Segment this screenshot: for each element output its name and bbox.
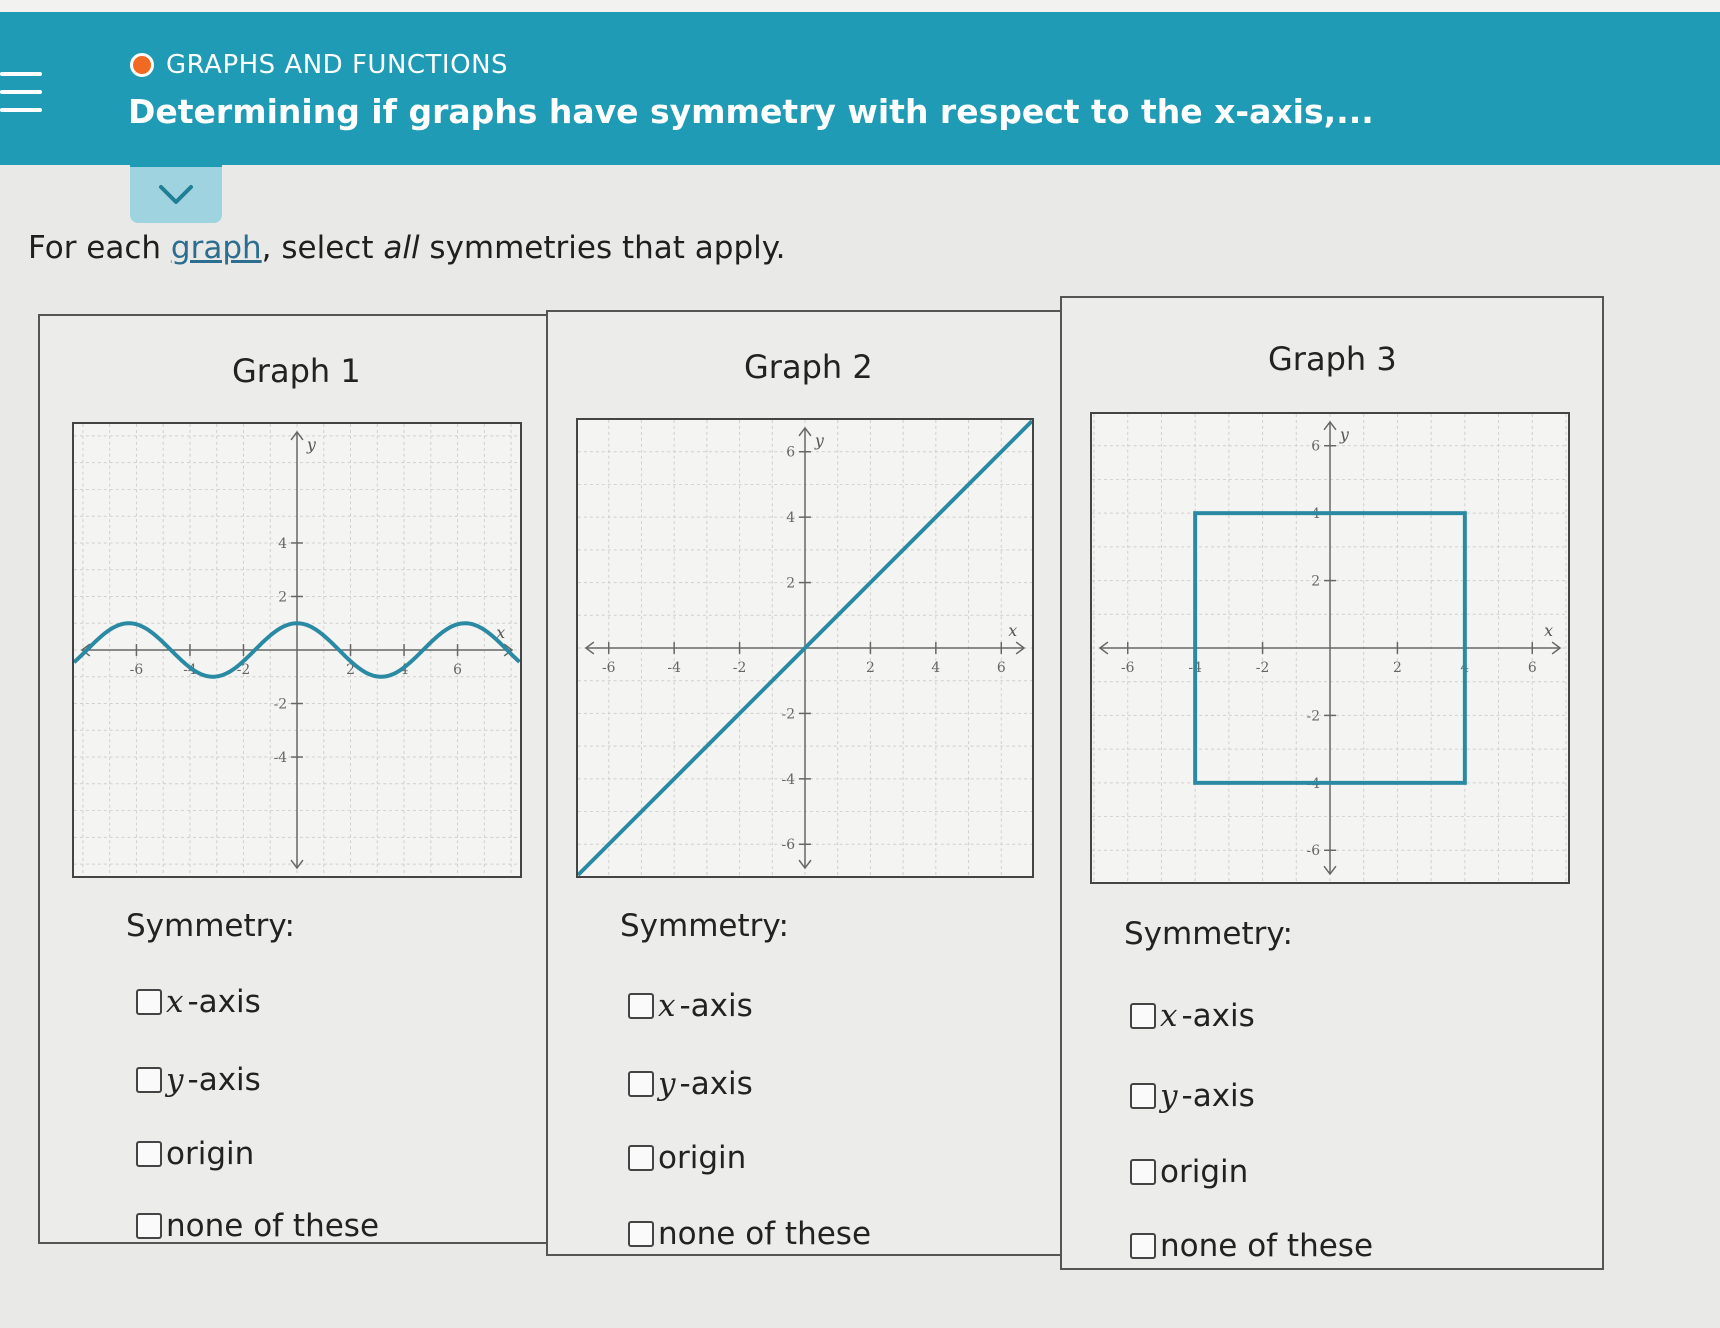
x-tick-label: 6: [453, 662, 462, 678]
y-tick-label: -6: [1307, 843, 1321, 859]
graph-title: Graph 2: [744, 348, 873, 386]
y-tick-label: 6: [1311, 439, 1320, 455]
x-tick-label: 6: [997, 660, 1006, 676]
y-tick-label: -6: [782, 837, 796, 853]
x-tick-label: -6: [1121, 660, 1135, 676]
checkbox[interactable]: [136, 1141, 162, 1167]
graph-1-plot: x y -6 -4 -2 2 4 6 4 2 -2 -4: [72, 422, 522, 878]
checkbox[interactable]: [1130, 1233, 1156, 1259]
option-x-axis[interactable]: x -axis: [136, 984, 261, 1020]
y-tick-label: 2: [786, 576, 795, 592]
y-axis-label: y: [306, 435, 317, 454]
instruction-text: For each graph, select all symmetries th…: [28, 230, 786, 266]
page-title: Determining if graphs have symmetry with…: [128, 92, 1374, 131]
graph-panel-2: Graph 2 x y -6 -4 -2 2 4 6 6 4 2 -2 -4 -6 Symmetry: x…: [546, 310, 1066, 1256]
option-none[interactable]: none of these: [628, 1216, 871, 1252]
x-tick-label: 4: [931, 660, 940, 676]
y-tick-label: 4: [278, 536, 287, 552]
option-y-axis[interactable]: y -axis: [1130, 1078, 1255, 1114]
graph-link[interactable]: graph: [171, 230, 262, 266]
expand-toggle-button[interactable]: [130, 163, 222, 223]
graph-3-svg: xy-6 -4 -2 2 4 6642-2-4-6: [1092, 414, 1568, 882]
checkbox[interactable]: [136, 1213, 162, 1239]
checkbox[interactable]: [1130, 1159, 1156, 1185]
option-x-axis[interactable]: x -axis: [1130, 998, 1255, 1034]
graph-2-plot: x y -6 -4 -2 2 4 6 6 4 2 -2 -4 -6: [576, 418, 1034, 878]
topic-row: GRAPHS AND FUNCTIONS: [130, 50, 508, 80]
checkbox[interactable]: [628, 1145, 654, 1171]
y-tick-label: -4: [274, 750, 288, 766]
y-tick-label: 4: [786, 510, 795, 526]
option-origin[interactable]: origin: [628, 1140, 746, 1176]
checkbox[interactable]: [136, 1067, 162, 1093]
top-strip: [0, 0, 1720, 12]
y-tick-label: 2: [1311, 574, 1320, 590]
x-tick-label: 6: [1528, 660, 1537, 676]
checkbox[interactable]: [628, 1071, 654, 1097]
menu-button[interactable]: [0, 72, 44, 114]
graph-panel-1: Graph 1 x y -6 -4 -2 2 4 6 4 2 -2 -4 Symmetry: x -ax…: [38, 314, 552, 1244]
graph-title: Graph 3: [1268, 340, 1397, 378]
x-tick-label: -6: [130, 662, 144, 678]
checkbox[interactable]: [628, 993, 654, 1019]
symmetry-label: Symmetry:: [620, 908, 789, 944]
y-tick-label: 6: [786, 445, 795, 461]
topic-label: GRAPHS AND FUNCTIONS: [166, 50, 509, 80]
y-axis-label: y: [814, 431, 825, 450]
option-none[interactable]: none of these: [1130, 1228, 1373, 1264]
y-tick-label: -2: [274, 696, 288, 712]
option-x-axis[interactable]: x -axis: [628, 988, 753, 1024]
y-tick-label: -2: [782, 706, 796, 722]
x-axis-label: x: [1008, 621, 1017, 640]
graph-2-svg: x y -6 -4 -2 2 4 6 6 4 2 -2 -4 -6: [578, 420, 1032, 876]
y-axis-label: y: [1339, 425, 1350, 444]
checkbox[interactable]: [1130, 1003, 1156, 1029]
x-axis-label: x: [1544, 621, 1553, 640]
checkbox[interactable]: [136, 989, 162, 1015]
y-tick-label: 2: [278, 589, 287, 605]
header-bar: GRAPHS AND FUNCTIONS Determining if grap…: [0, 0, 1720, 165]
x-tick-label: -6: [602, 660, 616, 676]
symmetry-label: Symmetry:: [126, 908, 295, 944]
y-tick-label: -4: [782, 772, 796, 788]
option-origin[interactable]: origin: [1130, 1154, 1248, 1190]
progress-dot-icon: [130, 53, 154, 77]
x-tick-label: 2: [1393, 660, 1402, 676]
graph-title: Graph 1: [232, 352, 361, 390]
y-tick-label: -2: [1307, 708, 1321, 724]
checkbox[interactable]: [628, 1221, 654, 1247]
option-y-axis[interactable]: y -axis: [628, 1066, 753, 1102]
x-tick-label: 2: [866, 660, 875, 676]
x-tick-label: -2: [1256, 660, 1270, 676]
symmetry-label: Symmetry:: [1124, 916, 1293, 952]
x-tick-label: -2: [733, 660, 747, 676]
menu-icon: [0, 72, 42, 76]
chevron-down-icon: [159, 185, 193, 204]
x-tick-label: -4: [667, 660, 681, 676]
graph-1-svg: xy-6 -4 -2 2 4 642-2-4: [74, 424, 520, 876]
graph-panel-3: Graph 3 x y -6 -4 -2 2 4 6 6 4 2 -2 -4 -6 Symmetry: x…: [1060, 296, 1604, 1270]
graph-3-plot: x y -6 -4 -2 2 4 6 6 4 2 -2 -4 -6: [1090, 412, 1570, 884]
option-none[interactable]: none of these: [136, 1208, 379, 1244]
option-origin[interactable]: origin: [136, 1136, 254, 1172]
option-y-axis[interactable]: y -axis: [136, 1062, 261, 1098]
checkbox[interactable]: [1130, 1083, 1156, 1109]
